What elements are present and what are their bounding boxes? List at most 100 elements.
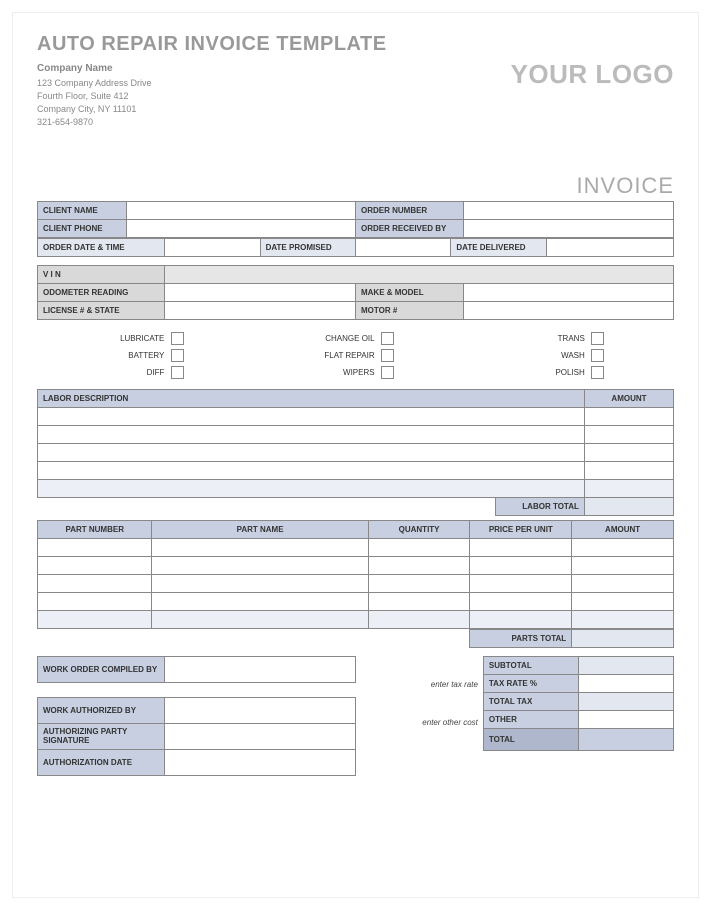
label-tax-rate: TAX RATE % — [483, 674, 578, 692]
label-authorization-date: AUTHORIZATION DATE — [38, 749, 165, 775]
input-work-order-compiled-by[interactable] — [165, 656, 356, 682]
label-lubricate: LUBRICATE — [120, 334, 164, 343]
page-background: AUTO REPAIR INVOICE TEMPLATE Company Nam… — [0, 0, 711, 910]
parts-row[interactable] — [38, 556, 152, 574]
label-authorizing-signature: AUTHORIZING PARTY SIGNATURE — [38, 723, 165, 749]
input-work-authorized-by[interactable] — [165, 697, 356, 723]
label-order-date-time: ORDER DATE & TIME — [38, 238, 165, 256]
header-parts-amount: AMOUNT — [572, 520, 674, 538]
label-flat-repair: FLAT REPAIR — [324, 351, 374, 360]
labor-row[interactable] — [584, 461, 673, 479]
label-client-name: CLIENT NAME — [38, 201, 127, 219]
parts-row[interactable] — [38, 610, 152, 628]
label-change-oil: CHANGE OIL — [325, 334, 374, 343]
checkbox-battery[interactable] — [171, 349, 184, 362]
input-vin[interactable] — [165, 265, 674, 283]
label-subtotal: SUBTOTAL — [483, 656, 578, 674]
labor-row[interactable] — [38, 425, 585, 443]
service-checkboxes: LUBRICATE CHANGE OIL TRANS BATTERY FLAT … — [37, 330, 674, 381]
labor-row[interactable] — [584, 425, 673, 443]
parts-row[interactable] — [38, 592, 152, 610]
label-total: TOTAL — [483, 728, 578, 750]
company-address-2: Fourth Floor, Suite 412 — [37, 90, 674, 103]
header-ppu: PRICE PER UNIT — [470, 520, 572, 538]
label-date-delivered: DATE DELIVERED — [451, 238, 546, 256]
label-other: OTHER — [483, 710, 578, 728]
hint-enter-tax-rate: enter tax rate — [356, 676, 483, 694]
labor-row[interactable] — [38, 479, 585, 497]
labor-row[interactable] — [584, 407, 673, 425]
checkbox-polish[interactable] — [591, 366, 604, 379]
label-work-order-compiled-by: WORK ORDER COMPILED BY — [38, 656, 165, 682]
label-wash: WASH — [561, 351, 585, 360]
parts-row[interactable] — [38, 538, 152, 556]
input-date-promised[interactable] — [355, 238, 450, 256]
company-phone: 321-654-9870 — [37, 116, 674, 129]
input-odometer[interactable] — [165, 283, 356, 301]
input-client-phone[interactable] — [127, 219, 356, 237]
checkbox-wash[interactable] — [591, 349, 604, 362]
label-wipers: WIPERS — [343, 368, 375, 377]
value-parts-total[interactable] — [572, 629, 674, 647]
label-polish: POLISH — [555, 368, 584, 377]
date-table: ORDER DATE & TIME DATE PROMISED DATE DEL… — [37, 238, 674, 257]
label-license: LICENSE # & STATE — [38, 301, 165, 319]
value-subtotal[interactable] — [578, 656, 673, 674]
header-quantity: QUANTITY — [368, 520, 470, 538]
value-tax-rate[interactable] — [578, 674, 673, 692]
label-total-tax: TOTAL TAX — [483, 692, 578, 710]
checkbox-wipers[interactable] — [381, 366, 394, 379]
client-order-table: CLIENT NAME ORDER NUMBER CLIENT PHONE OR… — [37, 201, 674, 238]
label-odometer: ODOMETER READING — [38, 283, 165, 301]
labor-row[interactable] — [584, 479, 673, 497]
parts-row[interactable] — [38, 574, 152, 592]
value-other[interactable] — [578, 710, 673, 728]
label-vin: V I N — [38, 265, 165, 283]
header-labor-desc: LABOR DESCRIPTION — [38, 389, 585, 407]
label-trans: TRANS — [558, 334, 585, 343]
input-client-name[interactable] — [127, 201, 356, 219]
header-labor-amount: AMOUNT — [584, 389, 673, 407]
label-motor: MOTOR # — [355, 301, 463, 319]
label-order-received-by: ORDER RECEIVED BY — [355, 219, 463, 237]
parts-table: PART NUMBER PART NAME QUANTITY PRICE PER… — [37, 520, 674, 629]
labor-row[interactable] — [38, 443, 585, 461]
checkbox-change-oil[interactable] — [381, 332, 394, 345]
value-total[interactable] — [578, 728, 673, 750]
input-make-model[interactable] — [464, 283, 674, 301]
footer-table: WORK ORDER COMPILED BY WORK AUTHORIZED B… — [37, 656, 674, 776]
checkbox-trans[interactable] — [591, 332, 604, 345]
header-part-number: PART NUMBER — [38, 520, 152, 538]
input-order-number[interactable] — [464, 201, 674, 219]
input-motor[interactable] — [464, 301, 674, 319]
checkbox-diff[interactable] — [171, 366, 184, 379]
label-battery: BATTERY — [128, 351, 164, 360]
input-order-date[interactable] — [165, 238, 260, 256]
checkbox-lubricate[interactable] — [171, 332, 184, 345]
hint-enter-other-cost: enter other cost — [356, 714, 483, 732]
input-authorization-date[interactable] — [165, 749, 356, 775]
logo-placeholder: YOUR LOGO — [511, 59, 674, 90]
input-order-received-by[interactable] — [464, 219, 674, 237]
labor-row[interactable] — [38, 407, 585, 425]
company-address-3: Company City, NY 11101 — [37, 103, 674, 116]
value-total-tax[interactable] — [578, 692, 673, 710]
label-date-promised: DATE PROMISED — [260, 238, 355, 256]
value-labor-total[interactable] — [584, 497, 673, 515]
label-order-number: ORDER NUMBER — [355, 201, 463, 219]
labor-row[interactable] — [38, 461, 585, 479]
labor-total-row: LABOR TOTAL — [37, 497, 674, 516]
input-authorizing-signature[interactable] — [165, 723, 356, 749]
input-date-delivered[interactable] — [546, 238, 673, 256]
document-title: AUTO REPAIR INVOICE TEMPLATE — [37, 33, 674, 56]
header-part-name: PART NAME — [152, 520, 368, 538]
input-license[interactable] — [165, 301, 356, 319]
checkbox-flat-repair[interactable] — [381, 349, 394, 362]
label-diff: DIFF — [147, 368, 165, 377]
label-make-model: MAKE & MODEL — [355, 283, 463, 301]
labor-row[interactable] — [584, 443, 673, 461]
label-work-authorized-by: WORK AUTHORIZED BY — [38, 697, 165, 723]
invoice-heading: INVOICE — [37, 173, 674, 199]
parts-total-row: PARTS TOTAL — [37, 629, 674, 648]
vehicle-table: V I N ODOMETER READING MAKE & MODEL LICE… — [37, 265, 674, 320]
